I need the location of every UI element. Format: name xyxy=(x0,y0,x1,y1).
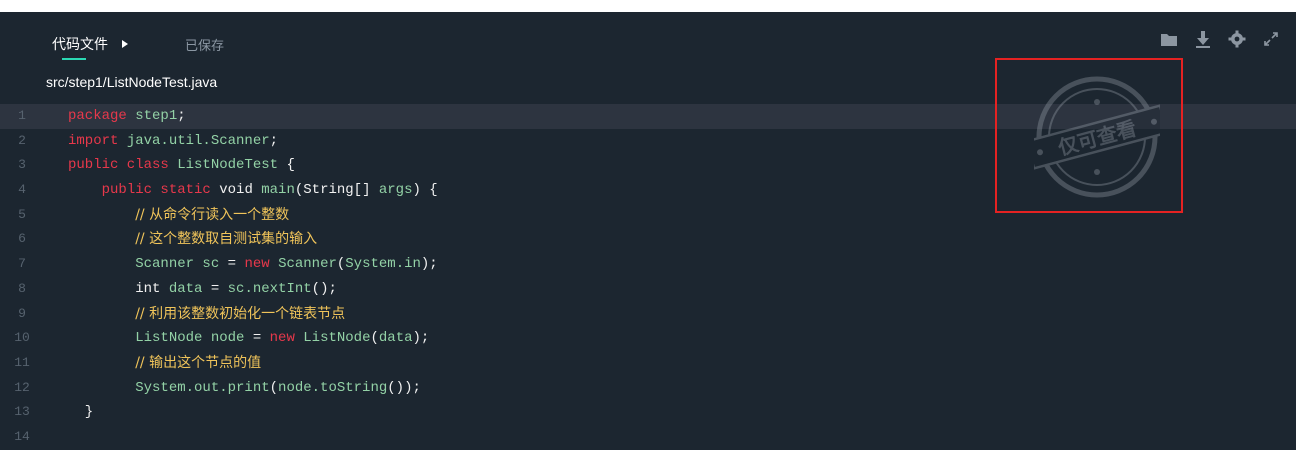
line-number: 11 xyxy=(14,354,30,370)
toolbar-actions xyxy=(1160,30,1280,48)
line-number: 4 xyxy=(18,182,26,198)
line-number: 6 xyxy=(18,231,26,247)
code-text: ListNode node = new ListNode(data); xyxy=(135,330,430,347)
line-number: 3 xyxy=(18,157,26,173)
code-text: // 输出这个节点的值 xyxy=(135,354,262,371)
active-tab-indicator xyxy=(62,58,86,60)
code-text: package step1; xyxy=(68,108,186,124)
code-text: int data = sc.nextInt(); xyxy=(68,280,337,297)
line-number: 7 xyxy=(18,256,26,272)
code-line[interactable]: 13 } xyxy=(0,400,1296,425)
top-white-strip xyxy=(0,0,1296,12)
download-icon[interactable] xyxy=(1194,30,1212,48)
caret-right-icon xyxy=(122,40,128,48)
code-text: Scanner sc = new Scanner(System.in); xyxy=(135,256,438,273)
tab-code-files-label: 代码文件 xyxy=(52,37,108,53)
code-line[interactable]: 14 xyxy=(0,425,1296,450)
folder-icon[interactable] xyxy=(1160,30,1178,48)
line-number: 5 xyxy=(18,206,26,222)
line-number: 10 xyxy=(14,330,30,346)
code-text: // 从命令行读入一个整数 xyxy=(135,206,290,223)
line-number: 9 xyxy=(18,305,26,321)
code-line[interactable]: 9 // 利用该整数初始化一个链表节点 xyxy=(0,302,1296,327)
line-number: 13 xyxy=(14,404,30,420)
code-text: System.out.print(node.toString()); xyxy=(135,379,421,396)
code-line[interactable]: 10 ListNode node = new ListNode(data); xyxy=(0,326,1296,351)
line-number: 12 xyxy=(14,379,30,395)
code-text: import java.util.Scanner; xyxy=(68,132,279,149)
code-line[interactable]: 11 // 输出这个节点的值 xyxy=(0,351,1296,376)
line-number: 2 xyxy=(18,132,26,148)
code-line[interactable]: 8 int data = sc.nextInt(); xyxy=(0,277,1296,302)
line-number: 1 xyxy=(18,108,26,123)
gear-icon[interactable] xyxy=(1228,30,1246,48)
line-number: 8 xyxy=(18,280,26,296)
code-line[interactable]: 12 System.out.print(node.toString()); xyxy=(0,376,1296,401)
file-path: src/step1/ListNodeTest.java xyxy=(46,74,218,90)
code-text: // 这个整数取自测试集的输入 xyxy=(135,231,318,248)
code-text: // 利用该整数初始化一个链表节点 xyxy=(135,305,346,322)
code-editor-panel: 代码文件 已保存 src/step1/ListNodeTest.java 1 p… xyxy=(0,12,1296,444)
code-line[interactable]: 6 // 这个整数取自测试集的输入 xyxy=(0,227,1296,252)
code-text: public class ListNodeTest { xyxy=(68,157,295,174)
save-status: 已保存 xyxy=(185,39,225,54)
line-number: 14 xyxy=(14,428,30,444)
code-line[interactable]: 7 Scanner sc = new Scanner(System.in); xyxy=(0,252,1296,277)
view-only-watermark-stamp: 仅可查看 xyxy=(1034,76,1160,198)
code-text: public static void main(String[] args) { xyxy=(101,182,438,199)
tab-code-files[interactable]: 代码文件 xyxy=(52,34,128,54)
editor-toolbar: 代码文件 已保存 xyxy=(0,12,1296,64)
expand-icon[interactable] xyxy=(1262,30,1280,48)
code-text: } xyxy=(68,404,94,421)
